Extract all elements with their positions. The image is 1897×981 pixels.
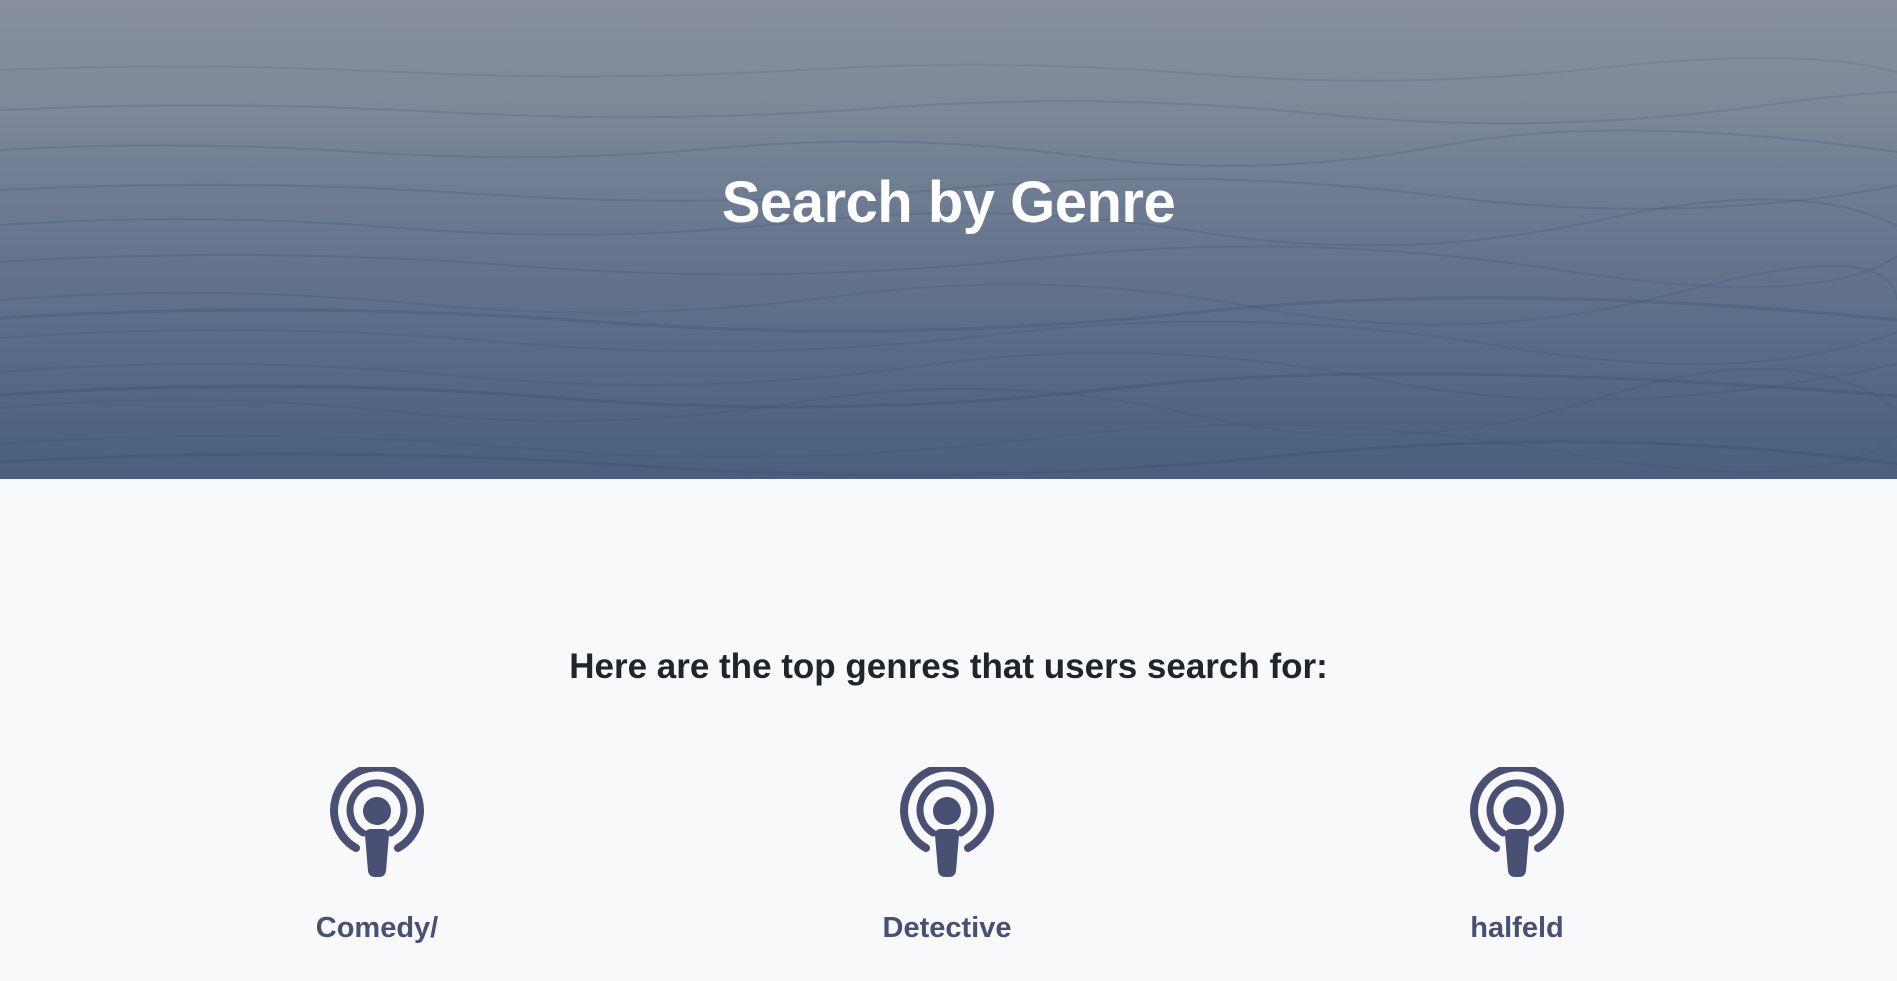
genres-section: Here are the top genres that users searc… [0,479,1897,981]
hero-banner: Search by Genre [0,0,1897,479]
genre-item-detective[interactable]: Detective [797,767,1097,945]
genre-label: Comedy/ [315,912,439,944]
genre-label: Detective [882,912,1012,944]
water-background-image [0,0,1897,479]
genre-label: halfeld [1470,912,1564,944]
genre-item-comedy[interactable]: Comedy/ [227,767,527,945]
podcast-icon [900,767,994,877]
section-heading: Here are the top genres that users searc… [569,647,1328,686]
podcast-icon [330,767,424,877]
genre-item-halfeld[interactable]: halfeld [1367,767,1667,945]
podcast-icon [1470,767,1564,877]
page-title: Search by Genre [721,170,1176,235]
